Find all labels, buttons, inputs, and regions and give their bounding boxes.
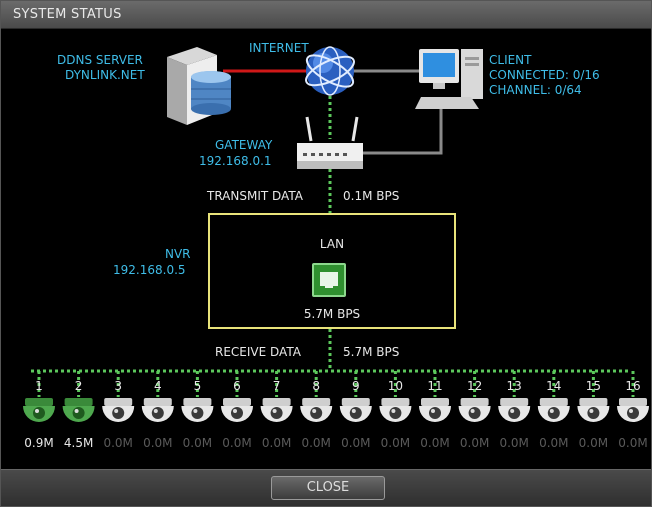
close-button[interactable]: CLOSE <box>271 476 385 500</box>
gateway-label: GATEWAY <box>215 138 273 152</box>
lan-port-icon <box>312 263 346 297</box>
camera-rate: 0.0M <box>380 436 411 450</box>
camera-rate: 0.0M <box>420 436 450 450</box>
internet-label: INTERNET <box>249 41 309 55</box>
camera-icon <box>617 398 649 422</box>
footer-bar: CLOSE <box>1 469 651 506</box>
camera-number: 14 <box>546 379 562 393</box>
client-channel-label: CHANNEL: 0/64 <box>489 83 582 97</box>
camera-number: 12 <box>466 379 483 393</box>
camera-rate: 0.0M <box>539 436 569 450</box>
camera-icon <box>23 398 55 422</box>
camera-icon <box>260 398 293 422</box>
camera-icon <box>221 398 253 422</box>
camera-rate: 0.0M <box>222 436 252 450</box>
camera-number: 5 <box>193 379 202 393</box>
camera-icon <box>537 398 570 422</box>
transmit-data-value: 0.1M BPS <box>343 189 400 203</box>
client-gateway-link <box>363 109 443 155</box>
camera-rate: 4.5M <box>63 436 94 450</box>
lan-label: LAN <box>319 237 345 251</box>
receive-data-label: RECEIVE DATA <box>215 345 301 359</box>
camera-number: 13 <box>506 379 522 393</box>
camera-icon <box>379 398 412 422</box>
camera-number: 4 <box>153 379 162 393</box>
camera-icon <box>300 398 333 422</box>
camera-number: 7 <box>272 379 281 393</box>
nvr-box: LAN 5.7M BPS <box>208 213 456 329</box>
camera-icon <box>498 398 531 422</box>
receive-data-value: 5.7M BPS <box>343 345 400 359</box>
camera-rate: 0.0M <box>459 436 490 450</box>
camera-number: 16 <box>625 379 641 393</box>
camera-number: 2 <box>74 379 83 393</box>
client-connected-label: CONNECTED: 0/16 <box>489 68 600 82</box>
nvr-ip-label: 192.168.0.5 <box>113 263 186 277</box>
camera-rate: 0.0M <box>618 436 648 450</box>
globe-icon <box>305 46 355 96</box>
camera-number: 8 <box>312 379 320 393</box>
camera-icon <box>181 398 214 422</box>
camera-rate: 0.0M <box>499 436 529 450</box>
ddns-domain-label: DYNLINK.NET <box>65 68 145 82</box>
camera-rate: 0.0M <box>143 436 173 450</box>
camera-number: 10 <box>387 379 404 393</box>
camera-number: 3 <box>114 379 122 393</box>
camera-icon <box>577 398 610 422</box>
camera-number: 9 <box>351 379 360 393</box>
transmit-data-label: TRANSMIT DATA <box>207 189 303 203</box>
server-icon <box>167 47 231 125</box>
camera-rate: 0.0M <box>301 436 331 450</box>
camera-icon <box>339 398 372 422</box>
camera-icon <box>62 398 95 422</box>
camera-rate: 0.0M <box>103 436 133 450</box>
camera-rate: 0.0M <box>341 436 371 450</box>
camera-icon <box>141 398 174 422</box>
gateway-ip-label: 192.168.0.1 <box>199 154 272 168</box>
camera-rate: 0.9M <box>24 436 54 450</box>
nvr-label: NVR <box>165 247 191 261</box>
camera-rate: 0.0M <box>578 436 609 450</box>
camera-rate: 0.0M <box>261 436 292 450</box>
client-label: CLIENT <box>489 53 532 67</box>
computer-icon <box>415 49 483 109</box>
camera-number: 6 <box>233 379 241 393</box>
ddns-server-label: DDNS SERVER <box>57 53 143 67</box>
camera-rate: 0.0M <box>182 436 213 450</box>
camera-number: 1 <box>35 379 43 393</box>
camera-icon <box>419 398 451 422</box>
camera-number: 15 <box>585 379 602 393</box>
lan-speed: 5.7M BPS <box>303 307 361 321</box>
camera-number: 11 <box>427 379 443 393</box>
system-status-window: SYSTEM STATUS DDNS SERVER DYNLINK.NET IN… <box>0 0 652 507</box>
camera-icon <box>458 398 491 422</box>
router-icon <box>297 116 363 169</box>
camera-icon <box>102 398 135 422</box>
